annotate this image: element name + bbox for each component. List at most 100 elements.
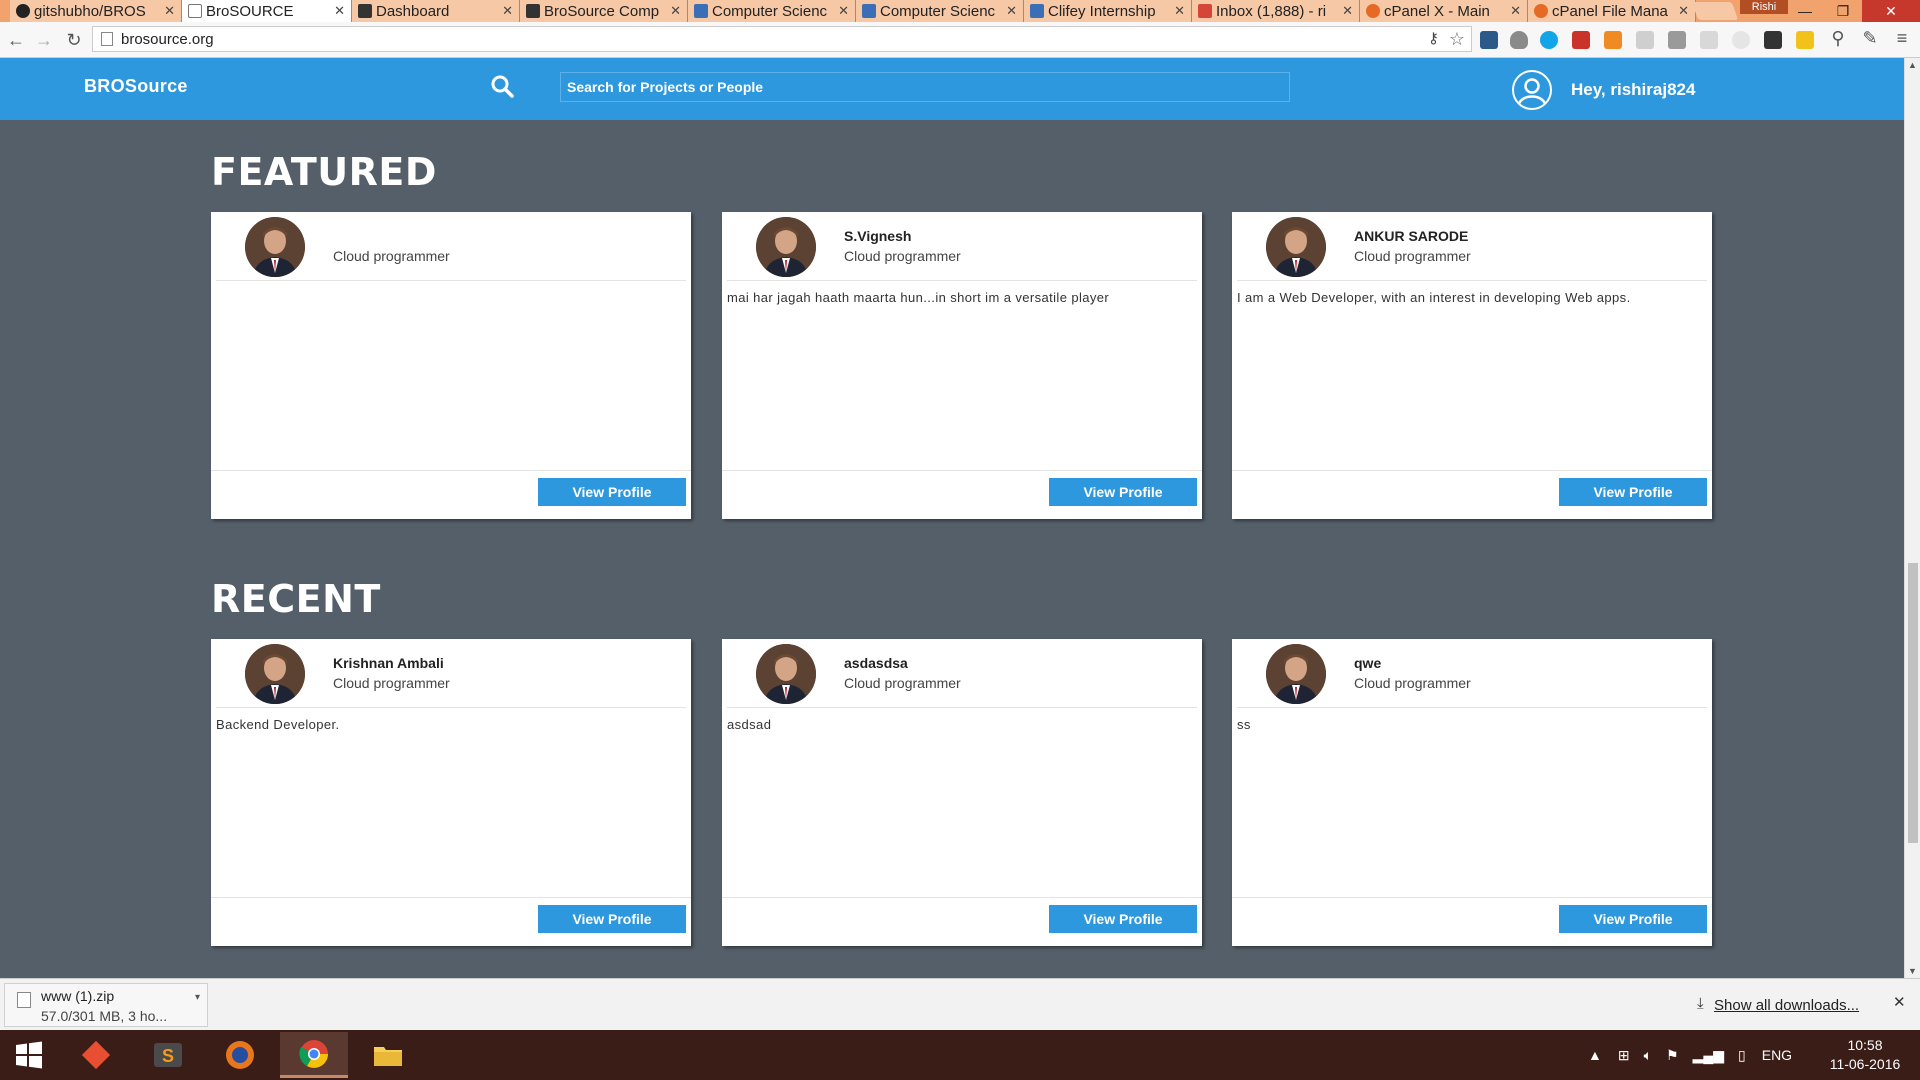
page-scrollbar[interactable]: ▲ ▼: [1904, 58, 1920, 978]
profile-avatar[interactable]: [1266, 644, 1326, 704]
profile-avatar[interactable]: [245, 644, 305, 704]
bookmark-star-icon[interactable]: ☆: [1449, 29, 1465, 50]
profile-badge[interactable]: Rishi: [1740, 0, 1788, 14]
cpanel-icon: [1534, 4, 1548, 18]
extension-calendar-icon[interactable]: [1480, 31, 1498, 49]
close-icon[interactable]: ✕: [334, 3, 345, 19]
profile-avatar[interactable]: [756, 644, 816, 704]
show-hidden-icons-icon[interactable]: ▲: [1588, 1047, 1602, 1063]
extension-h-icon[interactable]: [1668, 31, 1686, 49]
scrollbar-thumb[interactable]: [1908, 563, 1918, 843]
input-language[interactable]: ENG: [1762, 1047, 1792, 1063]
profile-avatar[interactable]: [756, 217, 816, 277]
view-profile-button[interactable]: View Profile: [538, 905, 686, 933]
tab-computer-science-1[interactable]: Computer Scienc ✕: [688, 0, 856, 22]
view-profile-button[interactable]: View Profile: [1559, 478, 1707, 506]
show-all-downloads-link[interactable]: Show all downloads...: [1714, 997, 1859, 1014]
scroll-down-icon[interactable]: ▼: [1908, 966, 1917, 976]
card-header: Cloud programmer: [211, 212, 691, 281]
person-photo-icon: [245, 644, 305, 704]
card-divider: [727, 707, 1197, 708]
profile-name: asdasdsa: [844, 655, 908, 671]
view-profile-button[interactable]: View Profile: [538, 478, 686, 506]
extension-yellow-icon[interactable]: [1796, 31, 1814, 49]
flag-icon[interactable]: ⚑: [1666, 1047, 1679, 1064]
tab-inbox[interactable]: Inbox (1,888) - ri ✕: [1192, 0, 1360, 22]
key-icon[interactable]: ⚷: [1428, 29, 1439, 47]
close-icon[interactable]: ✕: [838, 3, 849, 19]
close-icon[interactable]: ✕: [1006, 3, 1017, 19]
chevron-down-icon[interactable]: ▾: [195, 992, 200, 1003]
system-clock[interactable]: 10:58 11-06-2016: [1820, 1036, 1910, 1074]
close-icon[interactable]: ✕: [1893, 993, 1906, 1011]
extension-u-icon[interactable]: [1636, 31, 1654, 49]
tab-cpanel-file-manager[interactable]: cPanel File Mana ✕: [1528, 0, 1696, 22]
view-profile-button[interactable]: View Profile: [1049, 478, 1197, 506]
tab-brosource[interactable]: BroSOURCE ✕: [182, 0, 352, 22]
eyedropper-icon[interactable]: ✎: [1858, 26, 1882, 50]
close-icon[interactable]: ✕: [1510, 3, 1521, 19]
close-icon[interactable]: ✕: [502, 3, 513, 19]
address-bar[interactable]: brosource.org ⚷ ☆: [92, 26, 1472, 52]
close-icon[interactable]: ✕: [1342, 3, 1353, 19]
network-icon[interactable]: ▂▄▆: [1693, 1047, 1724, 1064]
user-greeting[interactable]: Hey, rishiraj824: [1571, 80, 1695, 100]
tab-brosource-comp[interactable]: BroSource Comp ✕: [520, 0, 688, 22]
download-shelf: www (1).zip 57.0/301 MB, 3 ho... ▾ ⤓ Sho…: [0, 978, 1920, 1030]
back-icon[interactable]: ←: [4, 28, 28, 52]
extension-gear-icon[interactable]: [1732, 31, 1750, 49]
tab-label: BroSOURCE: [206, 2, 294, 20]
featured-card-2: S.Vignesh Cloud programmer mai har jagah…: [722, 212, 1202, 519]
reload-icon[interactable]: ↻: [62, 28, 86, 52]
extension-red-icon[interactable]: [1572, 31, 1590, 49]
card-divider: [1237, 280, 1707, 281]
minimize-icon[interactable]: —: [1786, 0, 1824, 22]
windows-action-center-icon[interactable]: ⊞: [1618, 1047, 1630, 1064]
tab-clifey-internship[interactable]: Clifey Internship ✕: [1024, 0, 1192, 22]
windows-taskbar: S ▲ ⊞ 🔈︎ ⚑ ▂▄▆ ▯ ENG 10:58 11-06-2016: [0, 1030, 1920, 1080]
extension-orange-icon[interactable]: [1604, 31, 1622, 49]
brand-logo[interactable]: BROSource: [84, 76, 188, 97]
extension-shield-icon[interactable]: [1510, 31, 1528, 49]
battery-icon[interactable]: ▯: [1738, 1047, 1746, 1064]
new-tab-button[interactable]: [1691, 2, 1739, 20]
tab-cpanel-main[interactable]: cPanel X - Main ✕: [1360, 0, 1528, 22]
search-icon[interactable]: [490, 74, 516, 100]
user-avatar[interactable]: [1512, 70, 1552, 110]
extension-dark-icon[interactable]: [1764, 31, 1782, 49]
search-input[interactable]: [560, 72, 1290, 102]
forward-icon[interactable]: →: [32, 28, 56, 52]
menu-icon[interactable]: ≡: [1890, 26, 1914, 50]
card-footer-divider: [211, 897, 691, 898]
tab-computer-science-2[interactable]: Computer Scienc ✕: [856, 0, 1024, 22]
profile-avatar[interactable]: [245, 217, 305, 277]
taskbar-file-explorer-app[interactable]: [354, 1032, 422, 1078]
close-icon[interactable]: ✕: [1678, 3, 1689, 19]
taskbar-sublime-app[interactable]: S: [134, 1032, 202, 1078]
maximize-icon[interactable]: ❐: [1824, 0, 1862, 22]
start-button[interactable]: [0, 1032, 58, 1078]
recent-card-1: Krishnan Ambali Cloud programmer Backend…: [211, 639, 691, 946]
taskbar-git-app[interactable]: [62, 1032, 130, 1078]
extension-grid-icon[interactable]: [1700, 31, 1718, 49]
close-icon[interactable]: ✕: [670, 3, 681, 19]
profile-avatar[interactable]: [1266, 217, 1326, 277]
tab-label: Inbox (1,888) - ri: [1216, 2, 1327, 20]
download-item[interactable]: www (1).zip 57.0/301 MB, 3 ho... ▾: [4, 983, 208, 1027]
person-photo-icon: [1266, 217, 1326, 277]
close-window-icon[interactable]: ✕: [1862, 0, 1920, 22]
page-icon: [101, 32, 113, 46]
skype-icon[interactable]: [1540, 31, 1558, 49]
close-icon[interactable]: ✕: [1174, 3, 1185, 19]
search-icon[interactable]: ⚲: [1826, 26, 1850, 50]
card-divider: [727, 280, 1197, 281]
view-profile-button[interactable]: View Profile: [1559, 905, 1707, 933]
volume-icon[interactable]: 🔈︎: [1644, 1047, 1652, 1064]
view-profile-button[interactable]: View Profile: [1049, 905, 1197, 933]
taskbar-chrome-app[interactable]: [280, 1032, 348, 1078]
tab-dashboard[interactable]: Dashboard ✕: [352, 0, 520, 22]
tab-github[interactable]: gitshubho/BROS ✕: [10, 0, 182, 22]
close-icon[interactable]: ✕: [164, 3, 175, 19]
taskbar-firefox-app[interactable]: [206, 1032, 274, 1078]
scroll-up-icon[interactable]: ▲: [1908, 60, 1917, 70]
